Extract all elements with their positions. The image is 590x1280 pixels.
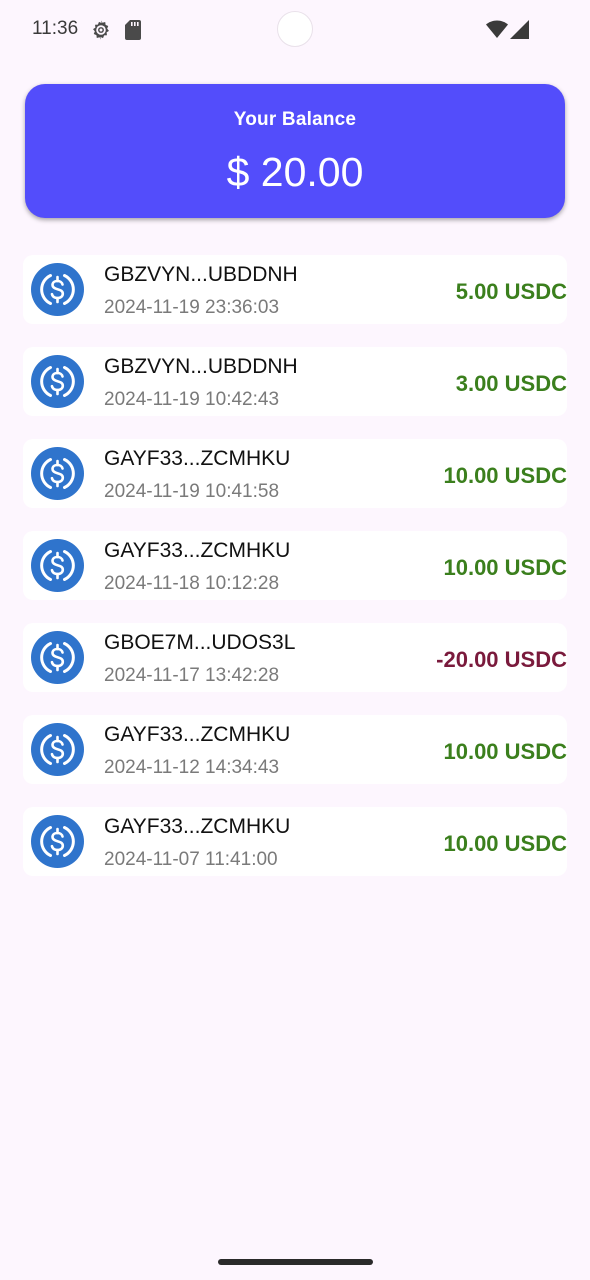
transaction-date: 2024-11-17 13:42:28: [104, 665, 280, 686]
transaction-date: 2024-11-12 14:34:43: [104, 757, 280, 778]
transaction-address: GAYF33...ZCMHKU: [104, 815, 291, 838]
transaction-date: 2024-11-19 23:36:03: [104, 297, 280, 318]
transaction-address: GAYF33...ZCMHKU: [104, 723, 291, 746]
usdc-coin-icon: [31, 263, 84, 316]
transaction-amount: 10.00 USDC: [443, 739, 567, 764]
transaction-amount: 10.00 USDC: [443, 831, 567, 856]
usdc-coin-icon: [31, 723, 84, 776]
transaction-amount: -20.00 USDC: [436, 647, 567, 672]
transaction-row[interactable]: GAYF33...ZCMHKU 2024-11-07 11:41:00 10.00 …: [23, 807, 567, 876]
transaction-date: 2024-11-18 10:12:28: [104, 573, 280, 594]
balance-amount: $ 20.00: [226, 149, 364, 195]
transaction-address: GAYF33...ZCMHKU: [104, 447, 291, 470]
usdc-coin-icon: [31, 815, 84, 868]
balance-card: Your Balance $ 20.00: [25, 84, 565, 218]
usdc-coin-icon: [31, 447, 84, 500]
status-time: 11:36: [32, 18, 79, 39]
transaction-amount: 3.00 USDC: [455, 371, 567, 396]
transaction-row[interactable]: GBOE7M...UDOS3L 2024-11-17 13:42:28 -20.00…: [23, 623, 567, 692]
gear-icon: [93, 20, 109, 40]
transaction-address: GBOE7M...UDOS3L: [104, 631, 296, 654]
transaction-date: 2024-11-07 11:41:00: [104, 849, 278, 870]
transaction-amount: 5.00 USDC: [455, 279, 567, 304]
balance-label: Your Balance: [233, 109, 357, 130]
home-indicator[interactable]: [218, 1259, 373, 1265]
camera-cutout: [277, 11, 313, 47]
transaction-row[interactable]: GBZVYN...UBDDNH 2024-11-19 10:42:43 3.00 U…: [23, 347, 567, 416]
transaction-date: 2024-11-19 10:41:58: [104, 481, 280, 502]
transaction-date: 2024-11-19 10:42:43: [104, 389, 280, 410]
wifi-icon: [486, 20, 508, 38]
transaction-row[interactable]: GAYF33...ZCMHKU 2024-11-18 10:12:28 10.00 …: [23, 531, 567, 600]
transaction-row[interactable]: GBZVYN...UBDDNH 2024-11-19 23:36:03 5.00 U…: [23, 255, 567, 324]
transaction-address: GBZVYN...UBDDNH: [104, 263, 298, 286]
status-bar: 11:36: [0, 0, 590, 60]
transaction-address: GBZVYN...UBDDNH: [104, 355, 298, 378]
transaction-amount: 10.00 USDC: [443, 555, 567, 580]
usdc-coin-icon: [31, 355, 84, 408]
transaction-list: GBZVYN...UBDDNH 2024-11-19 23:36:03 5.00 U…: [23, 255, 567, 899]
transaction-row[interactable]: GAYF33...ZCMHKU 2024-11-12 14:34:43 10.00 …: [23, 715, 567, 784]
transaction-row[interactable]: GAYF33...ZCMHKU 2024-11-19 10:41:58 10.00 …: [23, 439, 567, 508]
sd-card-icon: [125, 20, 141, 40]
transaction-amount: 10.00 USDC: [443, 463, 567, 488]
usdc-coin-icon: [31, 539, 84, 592]
transaction-address: GAYF33...ZCMHKU: [104, 539, 291, 562]
cell-signal-icon: [510, 20, 529, 39]
wallet-screen: 11:36 Your Balance $ 20.00 GBZVYN...UBDD…: [0, 0, 590, 1280]
usdc-coin-icon: [31, 631, 84, 684]
